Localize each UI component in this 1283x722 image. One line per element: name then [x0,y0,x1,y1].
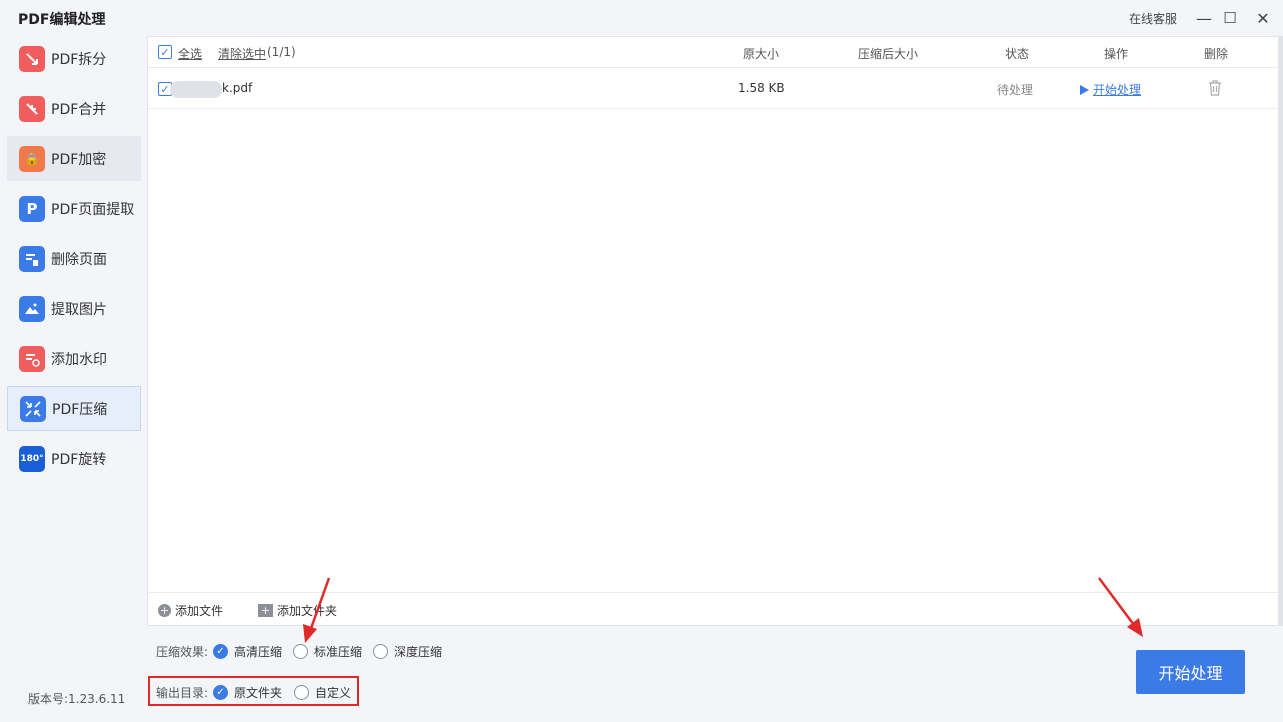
radio-unchecked-icon [373,644,388,659]
radio-checked-icon: ✓ [213,685,228,700]
start-process-link[interactable]: 开始处理 [1080,81,1141,98]
column-action: 操作 [1104,47,1129,61]
rotate-icon: 180° [19,445,45,472]
sidebar-item-label: 删除页面 [51,251,107,268]
split-icon [19,45,45,72]
image-extract-icon [19,295,45,322]
sidebar-item-label: 提取图片 [51,301,107,318]
sidebar-item-pdf-split[interactable]: PDF拆分 [7,36,141,81]
radio-standard-compress[interactable]: 标准压缩 [293,643,362,660]
file-status: 待处理 [997,83,1034,97]
sidebar-item-pdf-compress[interactable]: PDF压缩 [7,386,141,431]
merge-icon [19,95,45,122]
sidebar: PDF拆分 PDF合并 🔒 PDF加密 P PDF页面提取 删除页面 提取图片 … [0,36,147,676]
sidebar-item-pdf-encrypt[interactable]: 🔒 PDF加密 [7,136,141,181]
sidebar-item-pdf-rotate[interactable]: 180° PDF旋转 [7,436,141,481]
file-original-size: 1.58 KB [738,81,785,95]
sidebar-item-label: PDF旋转 [51,451,107,468]
radio-hd-compress[interactable]: ✓ 高清压缩 [213,643,282,660]
sidebar-item-label: 添加水印 [51,351,107,368]
compress-icon [20,395,46,422]
radio-label: 标准压缩 [314,645,363,659]
output-directory-label: 输出目录: [156,686,209,700]
redacted-filename [170,81,222,98]
radio-label: 高清压缩 [234,645,283,659]
radio-label: 自定义 [315,686,352,700]
add-folder-button[interactable]: + 添加文件夹 [258,602,337,619]
sidebar-item-label: PDF拆分 [51,51,107,68]
sidebar-item-pdf-page-extract[interactable]: P PDF页面提取 [7,186,141,231]
clear-selection-link[interactable]: 清除选中 [218,45,266,62]
sidebar-item-extract-images[interactable]: 提取图片 [7,286,141,331]
sidebar-item-label: PDF合并 [51,101,107,118]
column-compressed-size: 压缩后大小 [858,47,919,61]
radio-checked-icon: ✓ [213,644,228,659]
play-icon [1080,84,1089,95]
file-name: k.pdf [222,81,253,95]
add-file-button[interactable]: + 添加文件 [158,602,223,619]
radio-unchecked-icon [294,685,309,700]
table-header: ✓ 全选 清除选中 (1/1) 原大小 压缩后大小 状态 操作 删除 [148,37,1278,68]
radio-label: 原文件夹 [234,686,283,700]
app-title: PDF编辑处理 [18,12,106,28]
compression-effect-label: 压缩效果: [156,645,209,659]
sidebar-item-delete-page[interactable]: 删除页面 [7,236,141,281]
add-file-label: 添加文件 [175,604,224,618]
plus-circle-icon: + [158,604,171,617]
start-process-label: 开始处理 [1093,83,1142,97]
table-row[interactable]: ✓ k.pdf 1.58 KB 待处理 开始处理 [148,69,1278,109]
sidebar-item-label: PDF页面提取 [51,201,135,218]
title-bar: PDF编辑处理 在线客服 — ☐ ✕ [0,0,1283,36]
selection-count: (1/1) [267,45,296,59]
delete-page-icon [19,245,45,272]
maximize-icon[interactable]: ☐ [1218,6,1242,30]
close-icon[interactable]: ✕ [1251,6,1275,30]
column-delete: 删除 [1204,47,1229,61]
file-actions-bar: + 添加文件 + 添加文件夹 [148,592,1278,626]
radio-label: 深度压缩 [394,645,443,659]
radio-original-folder[interactable]: ✓ 原文件夹 [213,684,282,701]
online-support-link[interactable]: 在线客服 [1129,10,1177,27]
page-extract-icon: P [19,195,45,222]
radio-custom-folder[interactable]: 自定义 [294,684,351,701]
file-list-panel: ✓ 全选 清除选中 (1/1) 原大小 压缩后大小 状态 操作 删除 ✓ k.p… [147,36,1279,626]
radio-unchecked-icon [293,644,308,659]
version-label: 版本号:1.23.6.11 [28,692,126,706]
select-all-link[interactable]: 全选 [178,45,202,62]
sidebar-item-label: PDF加密 [51,151,107,168]
sidebar-item-add-watermark[interactable]: 添加水印 [7,336,141,381]
lock-icon: 🔒 [19,145,45,172]
column-status: 状态 [1005,47,1030,61]
select-all-checkbox[interactable]: ✓ [158,45,172,59]
scrollbar[interactable] [1279,36,1283,626]
minimize-icon[interactable]: — [1192,6,1216,30]
add-folder-label: 添加文件夹 [277,604,338,618]
sidebar-item-pdf-merge[interactable]: PDF合并 [7,86,141,131]
radio-deep-compress[interactable]: 深度压缩 [373,643,442,660]
start-processing-button[interactable]: 开始处理 [1136,650,1245,694]
sidebar-item-label: PDF压缩 [52,401,108,418]
trash-icon[interactable] [1208,80,1222,99]
column-original-size: 原大小 [743,47,780,61]
watermark-icon [19,345,45,372]
folder-plus-icon: + [258,604,273,617]
